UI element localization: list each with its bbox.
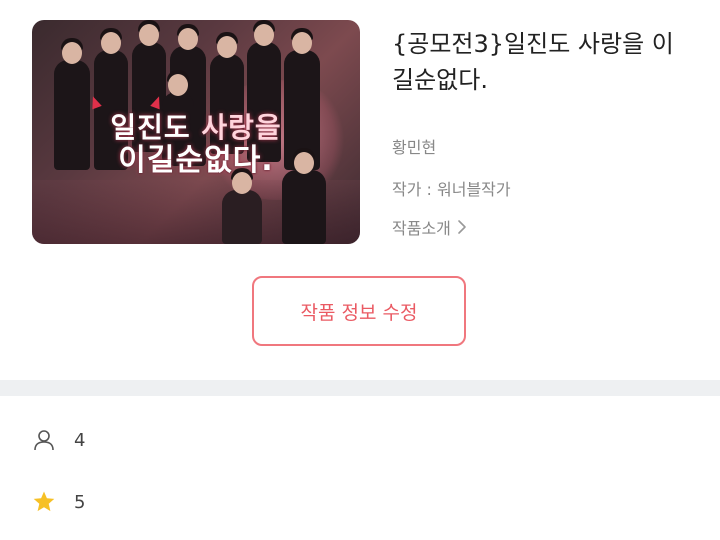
views-stat: 4 [32,428,85,452]
work-intro-link[interactable]: 작품소개 [392,215,467,239]
person-icon [32,428,56,452]
cover-image[interactable]: 일진도 사랑을 이길순없다. [32,20,360,244]
writer-label: 작가 : 워너블작가 [392,180,511,199]
cover-title-line2: 이길순없다. [118,143,274,179]
cover-title: 일진도 사랑을 이길순없다. [32,111,360,179]
star-icon [32,490,56,514]
work-intro-label: 작품소개 [392,219,451,238]
views-count: 4 [74,429,86,451]
work-title: {공모전3}일진도 사랑을 이길순없다. [392,30,674,94]
cover-title-line1-b: 사랑을 [201,111,282,144]
chevron-right-icon [457,219,467,235]
stars-stat: 5 [32,490,85,514]
edit-work-info-button[interactable]: 작품 정보 수정 [252,276,466,346]
author-name[interactable]: 황민현 [392,134,436,158]
work-header: 일진도 사랑을 이길순없다. {공모전3}일진도 사랑을 이길순없다. 황민현 … [0,0,720,380]
stars-count: 5 [74,491,86,513]
work-info: {공모전3}일진도 사랑을 이길순없다. [392,26,692,98]
cover-title-line1-a: 일진도 [110,111,191,144]
section-divider [0,380,720,396]
